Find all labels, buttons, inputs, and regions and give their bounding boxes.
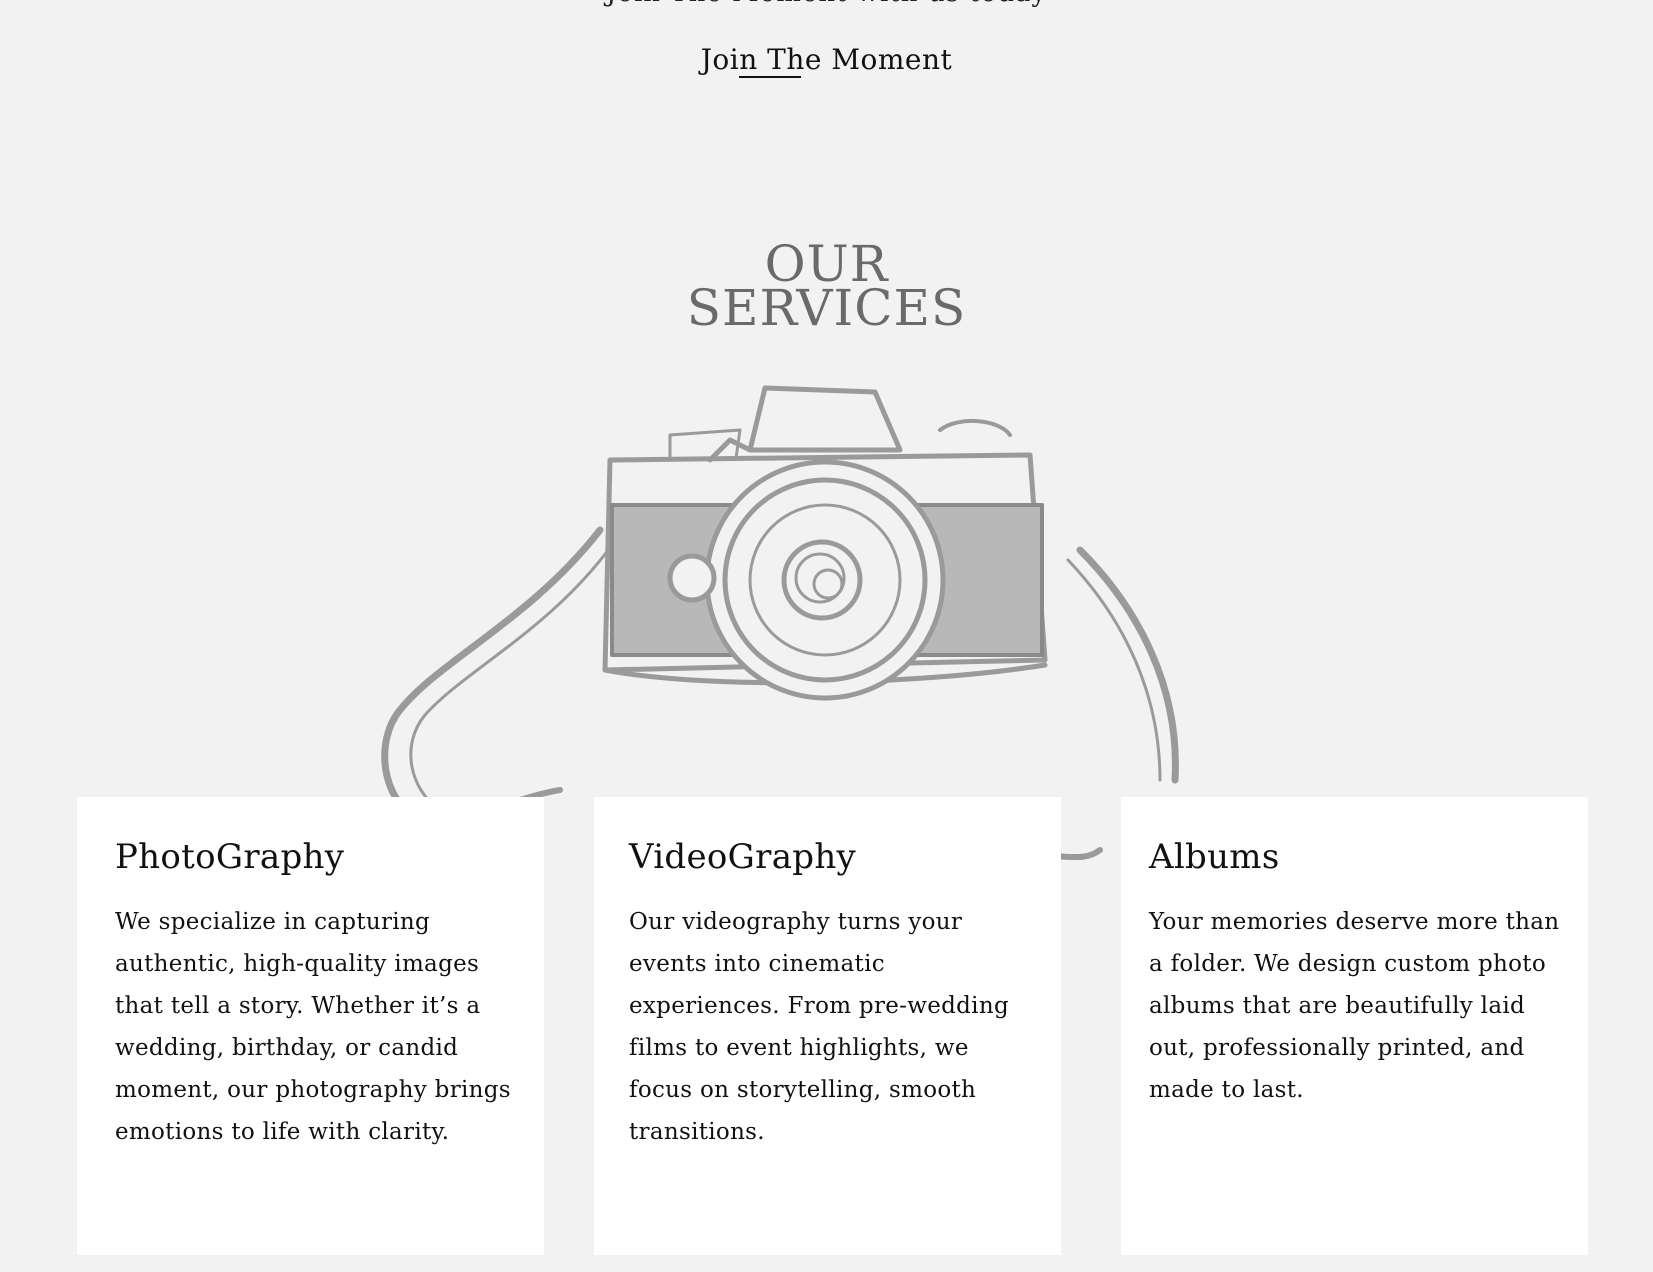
- service-card-title: PhotoGraphy: [115, 837, 345, 877]
- service-card-title: VideoGraphy: [629, 837, 857, 877]
- service-card-title: Albums: [1149, 837, 1280, 877]
- link-underline: [738, 76, 801, 78]
- service-card-text: We specialize in capturing authentic, hi…: [115, 909, 511, 1145]
- join-the-moment-link[interactable]: Join The Moment: [700, 43, 953, 78]
- service-card-photography: PhotoGraphy We specialize in capturing a…: [77, 797, 544, 1255]
- services-heading: OUR SERVICES: [0, 239, 1653, 337]
- service-card-albums: Albums Your memories deserve more than a…: [1121, 797, 1588, 1255]
- services-heading-line2: SERVICES: [686, 279, 967, 337]
- service-card-videography: VideoGraphy Our videography turns your e…: [594, 797, 1061, 1255]
- hero-tagline-cut: Join The Moment with us today: [0, 0, 1653, 8]
- join-link-label: Join The Moment: [700, 43, 953, 76]
- service-card-text: Your memories deserve more than a folder…: [1149, 909, 1560, 1103]
- join-the-moment-link-wrap: Join The Moment: [0, 43, 1653, 78]
- service-card-text: Our videography turns your events into c…: [629, 909, 1009, 1145]
